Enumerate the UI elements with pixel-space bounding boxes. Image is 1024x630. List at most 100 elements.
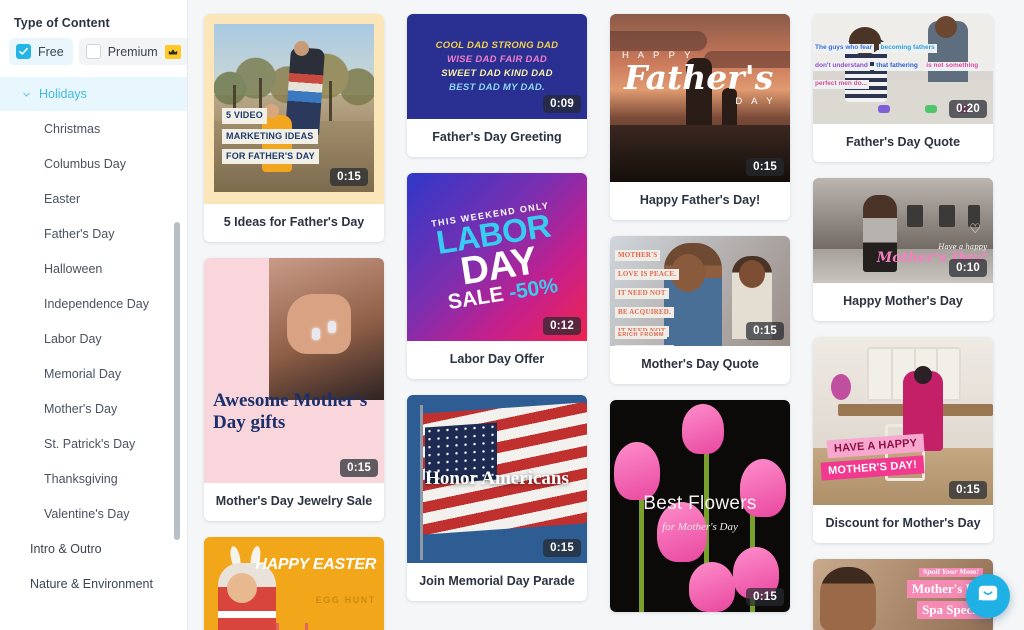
sidebar-category-label: Intro & Outro <box>30 541 102 556</box>
sidebar-category-holidays[interactable]: Holidays <box>0 77 187 111</box>
sidebar-item-label: Father's Day <box>44 226 115 241</box>
sidebar-item-columbus-day[interactable]: Columbus Day <box>0 146 187 181</box>
overlay-line: WISE DAD FAIR DAD <box>446 54 548 65</box>
duration-badge: 0:15 <box>746 588 784 606</box>
sidebar-item-labor-day[interactable]: Labor Day <box>0 321 187 356</box>
card-overlay-text: Honor Americans <box>425 467 569 489</box>
sidebar-item-memorial-day[interactable]: Memorial Day <box>0 356 187 391</box>
sidebar-item-valentines-day[interactable]: Valentine's Day <box>0 496 187 531</box>
overlay-line: SWEET DAD KIND DAD <box>441 68 553 79</box>
sidebar-item-st-patricks-day[interactable]: St. Patrick's Day <box>0 426 187 461</box>
sidebar-item-thanksgiving[interactable]: Thanksgiving <box>0 461 187 496</box>
grid-column-3: H A P P Y Father's D A Y 0:15 Happy Fath… <box>610 14 790 630</box>
overlay-line: BE ACQUIRED. <box>615 307 674 318</box>
card-thumbnail: 5 VIDEO MARKETING IDEAS FOR FATHER'S DAY… <box>204 14 384 204</box>
overlay-line: 5 VIDEO <box>222 108 267 124</box>
card-title: Happy Mother's Day <box>843 294 963 308</box>
sidebar-category-label: Nature & Environment <box>30 576 153 591</box>
sidebar-item-label: Christmas <box>44 121 101 136</box>
duration-badge: 0:15 <box>949 481 987 499</box>
template-card-ideas-fathers-day[interactable]: 5 VIDEO MARKETING IDEAS FOR FATHER'S DAY… <box>204 14 384 242</box>
template-card-jewelry-sale[interactable]: Awesome Mother's Day gifts 0:15 Mother's… <box>204 258 384 521</box>
sidebar-item-mothers-day[interactable]: Mother's Day <box>0 391 187 426</box>
grid-column-4: The guys who fear becoming fathers don't… <box>813 14 993 630</box>
overlay-line: that fathering <box>874 62 920 71</box>
sidebar-item-independence-day[interactable]: Independence Day <box>0 286 187 321</box>
card-title: Father's Day Greeting <box>432 130 562 144</box>
sidebar-item-label: Labor Day <box>44 331 102 346</box>
overlay-line: becoming fathers <box>878 44 937 53</box>
sidebar-item-christmas[interactable]: Christmas <box>0 111 187 146</box>
sidebar-scrollbar-thumb[interactable] <box>174 222 180 540</box>
overlay-line: MOTHER'S <box>615 250 661 261</box>
template-card-discount-mothers-day[interactable]: HAVE A HAPPY MOTHER'S DAY! 0:15 Discount… <box>813 337 993 543</box>
overlay-line: perfect men do... <box>813 80 870 89</box>
card-thumbnail: Best Flowers for Mother's Day 0:15 <box>610 400 790 612</box>
overlay-line: for Mother's Day <box>662 520 738 533</box>
card-thumbnail: H A P P Y Father's D A Y 0:15 <box>610 14 790 182</box>
duration-badge: 0:15 <box>746 158 784 176</box>
card-title: Mother's Day Jewelry Sale <box>215 494 373 508</box>
filter-free[interactable]: Free <box>9 38 73 65</box>
sidebar-heading: Type of Content <box>14 16 110 30</box>
overlay-line: MARKETING IDEAS <box>222 128 318 144</box>
overlay-line: The guys who fear <box>813 44 875 53</box>
sidebar-category-intro-outro[interactable]: Intro & Outro <box>0 531 187 566</box>
grid-column-1: 5 VIDEO MARKETING IDEAS FOR FATHER'S DAY… <box>204 14 384 630</box>
card-overlay-text: Awesome Mother's Day gifts <box>213 390 368 433</box>
card-title: Mother's Day Quote <box>641 357 759 371</box>
template-card-happy-fathers-day[interactable]: H A P P Y Father's D A Y 0:15 Happy Fath… <box>610 14 790 220</box>
sidebar-item-label: Thanksgiving <box>44 471 118 486</box>
overlay-line: Father's <box>624 58 774 97</box>
chat-bubble-icon <box>977 583 999 610</box>
card-thumbnail: ♡ Have a happy Mother's Day! 0:10 <box>813 178 993 283</box>
card-thumbnail: HAVE A HAPPY MOTHER'S DAY! 0:15 <box>813 337 993 505</box>
sidebar-item-label: Easter <box>44 191 81 206</box>
free-checkbox[interactable] <box>16 44 31 59</box>
overlay-line: SALE <box>446 282 506 315</box>
grid-column-2: COOL DAD STRONG DAD WISE DAD FAIR DAD SW… <box>407 14 587 630</box>
card-title: Happy Father's Day! <box>639 193 761 207</box>
template-card-labor-day-offer[interactable]: THIS WEEKEND ONLY LABOR DAY SALE -50% 0:… <box>407 173 587 379</box>
sidebar-item-easter[interactable]: Easter <box>0 181 187 216</box>
card-thumbnail: MOTHER'S LOVE IS PEACE. IT NEED NOT BE A… <box>610 236 790 346</box>
card-title: 5 Ideas for Father's Day <box>223 215 365 229</box>
overlay-line: Best Flowers <box>643 493 757 515</box>
card-thumbnail: Honor Americans 0:15 <box>407 395 587 563</box>
content-type-filters: Free Premium <box>0 36 187 77</box>
template-card-fathers-day-quote[interactable]: The guys who fear becoming fathers don't… <box>813 14 993 162</box>
sidebar-item-label: Memorial Day <box>44 366 122 381</box>
overlay-line: D A Y <box>735 96 776 107</box>
card-overlay-text: 5 VIDEO MARKETING IDEAS FOR FATHER'S DAY <box>222 105 319 166</box>
overlay-line: IT NEED NOT <box>615 288 669 299</box>
duration-badge: 0:15 <box>340 459 378 477</box>
template-grid: 5 VIDEO MARKETING IDEAS FOR FATHER'S DAY… <box>188 0 1024 630</box>
filter-free-label: Free <box>38 44 64 59</box>
card-overlay-subtitle: EGG HUNT <box>315 595 376 605</box>
chevron-down-icon <box>22 90 31 99</box>
template-card-fathers-day-greeting[interactable]: COOL DAD STRONG DAD WISE DAD FAIR DAD SW… <box>407 14 587 157</box>
overlay-tag: Spoil Your Mom! <box>918 568 983 577</box>
template-card-mothers-day-quote[interactable]: MOTHER'S LOVE IS PEACE. IT NEED NOT BE A… <box>610 236 790 384</box>
sidebar-item-halloween[interactable]: Halloween <box>0 251 187 286</box>
overlay-author: ERICH FROMM <box>615 331 668 339</box>
duration-badge: 0:15 <box>330 168 368 186</box>
duration-badge: 0:20 <box>949 100 987 118</box>
sidebar-category-nature-environment[interactable]: Nature & Environment <box>0 566 187 601</box>
filter-premium[interactable]: Premium <box>78 38 187 65</box>
duration-badge: 0:15 <box>543 539 581 557</box>
filter-premium-label: Premium <box>107 44 158 59</box>
template-card-happy-easter[interactable]: HAPPY EASTER EGG HUNT 0:10 <box>204 537 384 630</box>
card-overlay-text: THIS WEEKEND ONLY LABOR DAY SALE -50% <box>407 173 587 341</box>
overlay-line: is not something <box>924 62 981 71</box>
filter-sidebar: Type of Content Free Premium Holidays Ch… <box>0 0 188 630</box>
sidebar-scrollbar[interactable] <box>174 0 180 630</box>
template-card-happy-mothers-day[interactable]: ♡ Have a happy Mother's Day! 0:10 Happy … <box>813 178 993 321</box>
template-card-memorial-day-parade[interactable]: Honor Americans 0:15 Join Memorial Day P… <box>407 395 587 601</box>
template-card-best-flowers[interactable]: Best Flowers for Mother's Day 0:15 <box>610 400 790 612</box>
premium-checkbox[interactable] <box>85 44 101 59</box>
card-thumbnail: HAPPY EASTER EGG HUNT 0:10 <box>204 537 384 630</box>
sidebar-item-fathers-day[interactable]: Father's Day <box>0 216 187 251</box>
chat-bubble-button[interactable] <box>966 574 1010 618</box>
heart-icon: ♡ <box>969 221 981 236</box>
